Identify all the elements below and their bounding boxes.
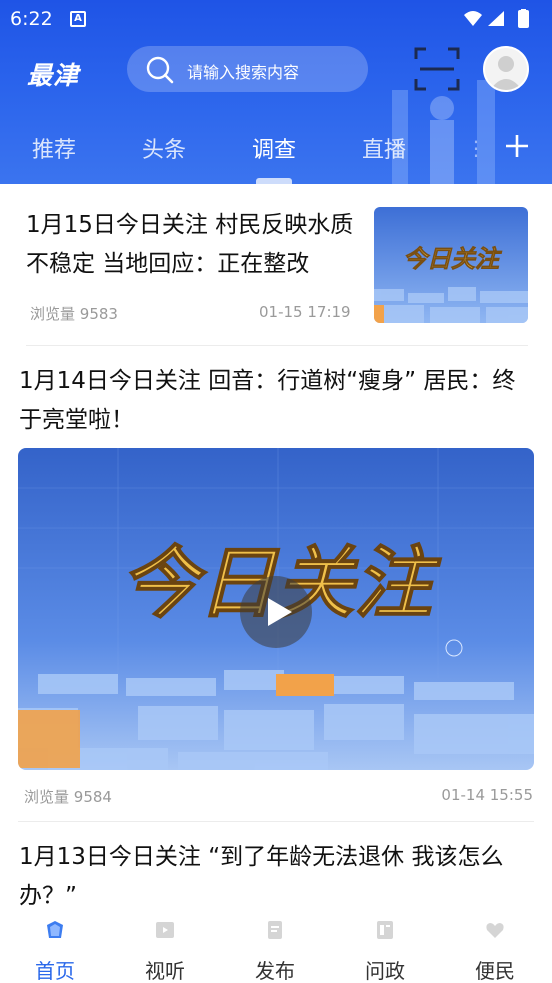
- publish-icon: [268, 921, 282, 939]
- news-feed[interactable]: 1月15日今日关注 村民反映水质不稳定 当地回应：正在整改 浏览量 9583 0…: [0, 184, 552, 911]
- news-title[interactable]: 1月13日今日关注 “到了年龄无法退休 我该怎么办？”: [19, 838, 535, 911]
- home-icon: [47, 921, 63, 938]
- news-card[interactable]: 1月15日今日关注 村民反映水质不稳定 当地回应：正在整改 浏览量 9583 0…: [0, 184, 552, 346]
- nav-label: 便民: [475, 959, 515, 983]
- svg-text:今日关注: 今日关注: [403, 245, 502, 273]
- nav-label: 首页: [35, 959, 75, 983]
- view-count: 浏览量 9583: [30, 305, 118, 323]
- video-player[interactable]: 今日关注: [18, 448, 534, 770]
- nav-label: 视听: [145, 959, 185, 983]
- news-card[interactable]: 1月13日今日关注 “到了年龄无法退休 我该怎么办？”: [0, 822, 552, 911]
- play-icon: [268, 598, 292, 626]
- thumbnail-image: 今日关注: [374, 207, 528, 323]
- user-silhouette-icon: [490, 56, 522, 90]
- status-icons: [464, 9, 529, 28]
- status-bar: 6:22 A: [0, 0, 552, 38]
- nav-home[interactable]: 首页: [0, 911, 110, 983]
- category-tabs: 推荐 头条 调查 直播 ⋮: [0, 122, 552, 184]
- publish-date: 01-14 15:55: [441, 786, 533, 804]
- nav-service[interactable]: 便民: [440, 911, 550, 983]
- notification-icon: A: [70, 11, 86, 27]
- add-tab-icon[interactable]: [502, 131, 532, 161]
- video-icon: [156, 922, 174, 938]
- tab-investigation[interactable]: 调查: [252, 132, 296, 164]
- news-title[interactable]: 1月15日今日关注 村民反映水质不稳定 当地回应：正在整改: [26, 206, 356, 284]
- bottom-navigation: 首页 视听 发布 问政 便民: [0, 911, 552, 983]
- status-time: 6:22: [10, 8, 53, 30]
- search-icon: [146, 56, 174, 84]
- news-card[interactable]: 1月14日今日关注 回音：行道树“瘦身” 居民：终于亮堂啦！ 浏览量 9584 …: [0, 346, 552, 822]
- app-logo[interactable]: 最津: [27, 56, 79, 92]
- play-button[interactable]: [240, 576, 312, 648]
- avatar-icon[interactable]: [483, 46, 529, 92]
- inquiry-icon: [377, 921, 393, 939]
- search-bar[interactable]: 请输入搜索内容: [127, 46, 368, 92]
- nav-video[interactable]: 视听: [110, 911, 220, 983]
- search-placeholder: 请输入搜索内容: [187, 63, 300, 82]
- news-thumbnail[interactable]: 今日关注: [374, 207, 528, 323]
- nav-label: 问政: [365, 959, 405, 983]
- nav-inquiry[interactable]: 问政: [330, 911, 440, 983]
- more-tabs-dots-icon: ⋮: [466, 136, 486, 160]
- tab-live[interactable]: 直播: [362, 132, 406, 164]
- nav-label: 发布: [255, 959, 295, 983]
- news-title[interactable]: 1月14日今日关注 回音：行道树“瘦身” 居民：终于亮堂啦！: [19, 362, 535, 440]
- tab-headlines[interactable]: 头条: [142, 132, 186, 164]
- tab-recommend[interactable]: 推荐: [32, 132, 76, 164]
- view-count: 浏览量 9584: [24, 788, 112, 806]
- nav-publish[interactable]: 发布: [220, 911, 330, 983]
- app-header: 6:22 A 最津 请输入搜索内容 推荐 头条 调查 直播 ⋮: [0, 0, 552, 184]
- scan-icon[interactable]: [414, 47, 460, 91]
- service-icon: [486, 923, 504, 938]
- publish-date: 01-15 17:19: [259, 303, 351, 321]
